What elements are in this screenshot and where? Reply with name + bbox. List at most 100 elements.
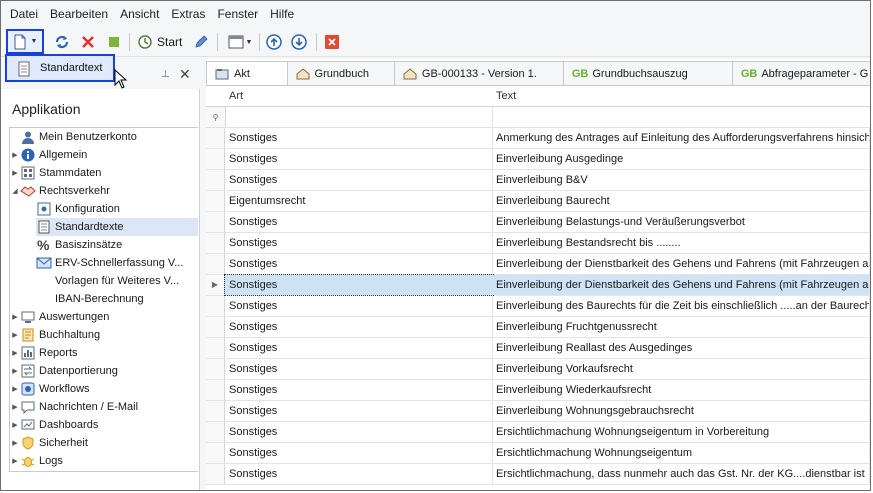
pin-icon[interactable]: ⊥: [161, 69, 170, 80]
expand-arrow-icon[interactable]: ▶: [10, 349, 20, 357]
expand-arrow-icon[interactable]: ▶: [10, 367, 20, 375]
table-row[interactable]: ▶ Sonstiges Einverleibung der Dienstbarkei…: [206, 274, 870, 296]
menu-ansicht[interactable]: Ansicht: [114, 1, 165, 27]
cell-art[interactable]: Sonstiges: [225, 128, 493, 148]
table-row[interactable]: Sonstiges Einverleibung Belastungs-und Ve…: [206, 212, 870, 233]
column-header-art[interactable]: Art: [225, 86, 493, 107]
tab-4[interactable]: GB Abfrageparameter - G: [731, 61, 870, 85]
cell-text[interactable]: Einverleibung Vorkaufsrecht: [492, 359, 870, 379]
cell-art[interactable]: Eigentumsrecht: [225, 191, 493, 211]
cell-text[interactable]: Ersichtlichmachung Wohnungseigentum in V…: [492, 422, 870, 442]
table-row[interactable]: Sonstiges Ersichtlichmachung, dass nunmeh…: [206, 464, 870, 485]
table-row[interactable]: Sonstiges Ersichtlichmachung Wohnungseige…: [206, 443, 870, 464]
cell-art[interactable]: Sonstiges: [225, 464, 493, 484]
expand-arrow-icon[interactable]: ▶: [10, 403, 20, 411]
table-row[interactable]: Eigentumsrecht Einverleibung Baurecht: [206, 191, 870, 212]
cell-text[interactable]: Einverleibung der Dienstbarkeit des Gehe…: [492, 275, 870, 295]
expand-arrow-icon[interactable]: ▶: [10, 385, 20, 393]
cell-art[interactable]: Sonstiges: [225, 317, 493, 337]
tree-item-stammdaten[interactable]: ▶ Stammdaten: [10, 164, 198, 182]
cell-art[interactable]: Sonstiges: [225, 296, 493, 316]
cell-text[interactable]: Einverleibung Baurecht: [492, 191, 870, 211]
dropdown-item-standardtext[interactable]: Standardtext: [40, 62, 102, 74]
menu-bearbeiten[interactable]: Bearbeiten: [44, 1, 114, 27]
menu-fenster[interactable]: Fenster: [211, 1, 264, 27]
tree-item-logs[interactable]: ▶ Logs: [10, 452, 198, 470]
cell-art[interactable]: Sonstiges: [225, 338, 493, 358]
cell-text[interactable]: Einverleibung Wohnungsgebrauchsrecht: [492, 401, 870, 421]
column-header-text[interactable]: Text: [492, 86, 870, 107]
table-row[interactable]: Sonstiges Anmerkung des Antrages auf Einl…: [206, 128, 870, 149]
cell-text[interactable]: Einverleibung des Baurechts für die Zeit…: [492, 296, 870, 316]
tree-item-auswertungen[interactable]: ▶ Auswertungen: [10, 308, 198, 326]
cell-text[interactable]: Anmerkung des Antrages auf Einleitung de…: [492, 128, 870, 148]
cell-text[interactable]: Ersichtlichmachung, dass nunmehr auch da…: [492, 464, 870, 484]
tree-item-datenportierung[interactable]: ▶ Datenportierung: [10, 362, 198, 380]
cell-text[interactable]: Einverleibung Belastungs-und Veräußerung…: [492, 212, 870, 232]
expand-arrow-icon[interactable]: ▶: [10, 439, 20, 447]
tree-item-iban-berechnung[interactable]: IBAN-Berechnung: [36, 290, 198, 308]
cell-art[interactable]: Sonstiges: [225, 380, 493, 400]
menu-extras[interactable]: Extras: [165, 1, 211, 27]
tree-item-reports[interactable]: ▶ Reports: [10, 344, 198, 362]
expand-arrow-icon[interactable]: ▶: [10, 331, 20, 339]
cell-art[interactable]: Sonstiges: [225, 149, 493, 169]
close-icon[interactable]: ✕: [179, 66, 191, 83]
cell-text[interactable]: Einverleibung Ausgedinge: [492, 149, 870, 169]
cancel-button[interactable]: [322, 31, 342, 53]
table-row[interactable]: Sonstiges Einverleibung Fruchtgenussrecht: [206, 317, 870, 338]
tree-item-mein-benutzerkonto[interactable]: Mein Benutzerkonto: [10, 128, 198, 146]
tree-item-workflows[interactable]: ▶ Workflows: [10, 380, 198, 398]
table-row[interactable]: Sonstiges Ersichtlichmachung Wohnungseige…: [206, 422, 870, 443]
expand-arrow-icon[interactable]: ▶: [10, 169, 20, 177]
cell-text[interactable]: Einverleibung Bestandsrecht bis ........: [492, 233, 870, 253]
table-row[interactable]: Sonstiges Einverleibung Bestandsrecht bis…: [206, 233, 870, 254]
filter-cell-text[interactable]: [492, 107, 870, 128]
expand-arrow-icon[interactable]: ▶: [10, 151, 20, 159]
tree-item-nachrichten-e-mail[interactable]: ▶ Nachrichten / E-Mail: [10, 398, 198, 416]
cell-text[interactable]: Einverleibung der Dienstbarkeit des Gehe…: [492, 254, 870, 274]
tree-item-buchhaltung[interactable]: ▶ Buchhaltung: [10, 326, 198, 344]
cell-art[interactable]: Sonstiges: [225, 422, 493, 442]
cell-text[interactable]: Einverleibung Reallast des Ausgedinges: [492, 338, 870, 358]
delete-button[interactable]: [78, 31, 98, 53]
tree-item-konfiguration[interactable]: Konfiguration: [36, 200, 198, 218]
layout-button[interactable]: ▼: [225, 31, 255, 53]
table-row[interactable]: Sonstiges Einverleibung Reallast des Ausg…: [206, 338, 870, 359]
new-document-button[interactable]: ▼: [6, 29, 44, 54]
table-row[interactable]: Sonstiges Einverleibung Ausgedinge: [206, 149, 870, 170]
expand-arrow-icon[interactable]: ▶: [10, 313, 20, 321]
tree-item-allgemein[interactable]: ▶ Allgemein: [10, 146, 198, 164]
expand-arrow-icon[interactable]: ▶: [10, 421, 20, 429]
table-row[interactable]: Sonstiges Einverleibung Wohnungsgebrauchs…: [206, 401, 870, 422]
table-row[interactable]: Sonstiges Einverleibung der Dienstbarkeit…: [206, 254, 870, 275]
cell-art[interactable]: Sonstiges: [225, 443, 493, 463]
cell-text[interactable]: Einverleibung B&V: [492, 170, 870, 190]
table-row[interactable]: Sonstiges Einverleibung Vorkaufsrecht: [206, 359, 870, 380]
cell-text[interactable]: Einverleibung Wiederkaufsrecht: [492, 380, 870, 400]
expand-arrow-icon[interactable]: ◢: [10, 187, 20, 195]
tree-item-rechtsverkehr[interactable]: ◢ Rechtsverkehr: [10, 182, 198, 200]
move-up-button[interactable]: [264, 31, 284, 53]
tree-item-basiszinsätze[interactable]: % Basiszinsätze: [36, 236, 198, 254]
cell-text[interactable]: Ersichtlichmachung Wohnungseigentum: [492, 443, 870, 463]
cell-art[interactable]: Sonstiges: [225, 212, 493, 232]
cell-text[interactable]: Einverleibung Fruchtgenussrecht: [492, 317, 870, 337]
cell-art[interactable]: Sonstiges: [225, 401, 493, 421]
table-row[interactable]: Sonstiges Einverleibung B&V: [206, 170, 870, 191]
table-row[interactable]: Sonstiges Einverleibung des Baurechts für…: [206, 296, 870, 317]
stop-button[interactable]: [105, 31, 123, 53]
cell-art[interactable]: Sonstiges: [225, 254, 493, 274]
cell-art[interactable]: Sonstiges: [225, 233, 493, 253]
tree-item-dashboards[interactable]: ▶ Dashboards: [10, 416, 198, 434]
move-down-button[interactable]: [289, 31, 309, 53]
table-row[interactable]: Sonstiges Einverleibung Wiederkaufsrecht: [206, 380, 870, 401]
cell-art[interactable]: Sonstiges: [224, 274, 494, 296]
menu-datei[interactable]: Datei: [4, 1, 44, 27]
expand-arrow-icon[interactable]: ▶: [10, 457, 20, 465]
tree-item-sicherheit[interactable]: ▶ Sicherheit: [10, 434, 198, 452]
edit-button[interactable]: [191, 31, 211, 53]
tab-2[interactable]: GB-000133 - Version 1.: [393, 61, 564, 85]
start-button[interactable]: Start: [137, 31, 187, 53]
menu-hilfe[interactable]: Hilfe: [264, 1, 300, 27]
